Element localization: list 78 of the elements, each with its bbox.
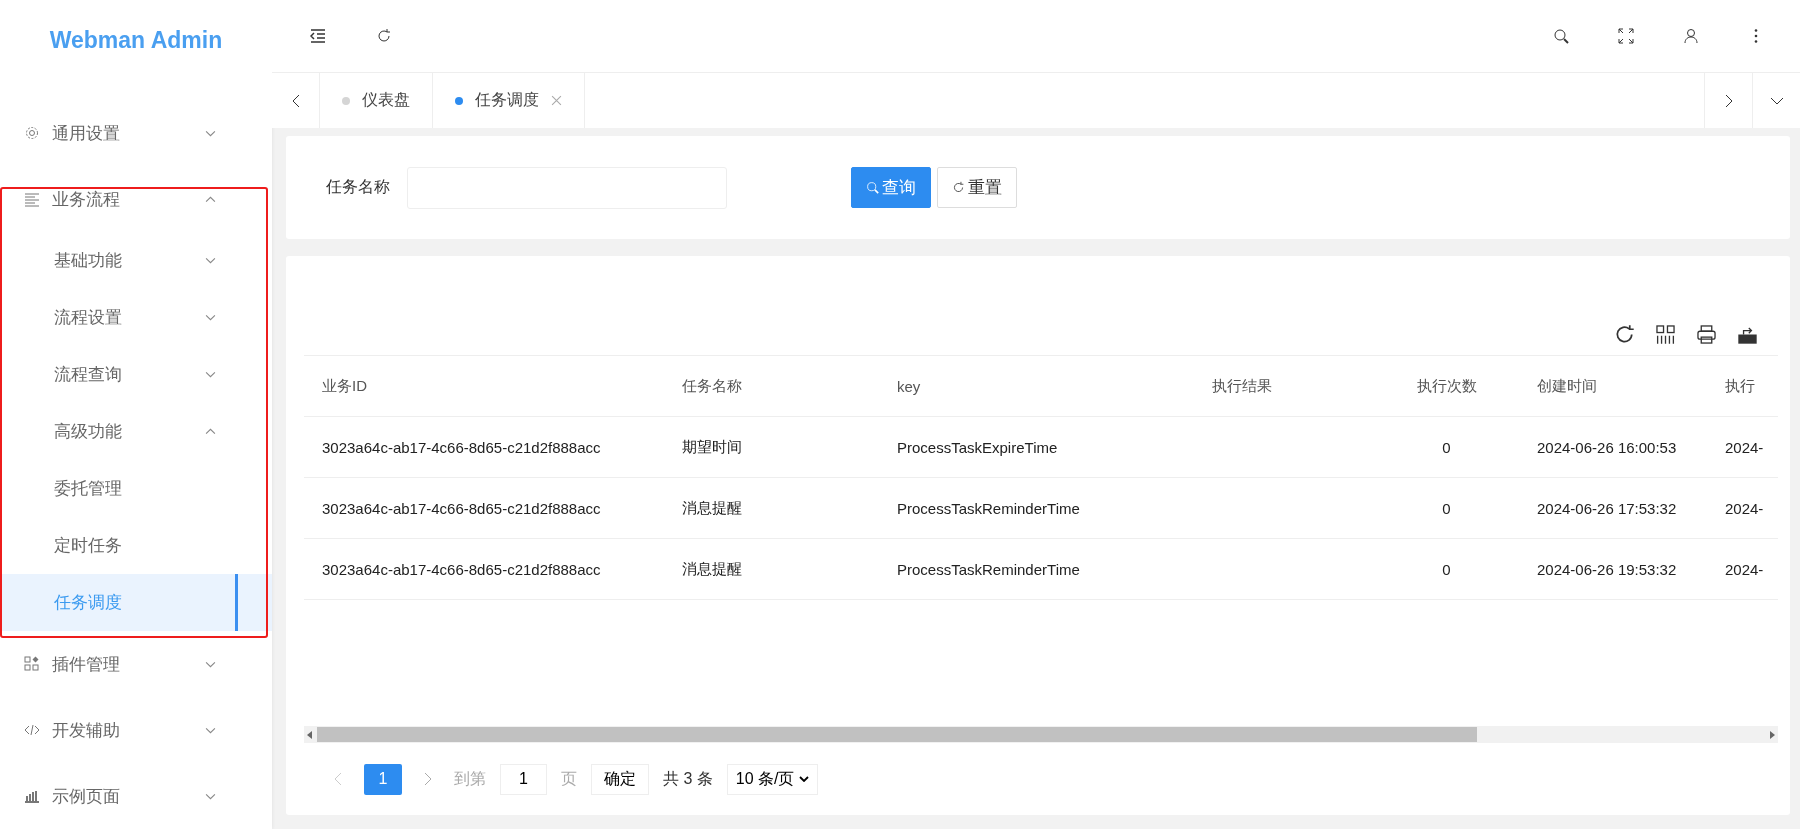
chevron-up-icon (205, 428, 216, 435)
chevron-down-icon (205, 726, 216, 734)
search-icon[interactable] (1553, 28, 1569, 44)
sidebar-item[interactable]: 高级功能 (0, 403, 272, 460)
code-icon (24, 722, 40, 738)
blocks-icon (24, 656, 40, 672)
table-cell-text: 2024- (1724, 438, 1765, 456)
sidebar-item[interactable]: 插件管理 (0, 631, 272, 697)
fullscreen-icon[interactable] (1618, 28, 1634, 44)
table-cell-text: 0 (1441, 560, 1452, 578)
column-header: 业务ID (321, 376, 368, 396)
page-unit-label: 页 (561, 768, 577, 789)
column-header: 任务名称 (681, 376, 743, 396)
sidebar-item[interactable]: 定时任务 (0, 517, 272, 574)
goto-label: 到第 (454, 768, 486, 789)
brand-logo: Webman Admin (48, 25, 224, 55)
sidebar-item[interactable]: 通用设置 (0, 100, 272, 166)
table-cell-text: 2024- (1724, 499, 1765, 517)
table-cell-text: 2024-06-26 19:53:32 (1536, 560, 1678, 578)
table-cell-text: ProcessTaskReminderTime (896, 499, 1081, 517)
columns-icon[interactable] (1655, 324, 1676, 345)
gear-icon (24, 125, 40, 141)
table-cell-text: ProcessTaskExpireTime (896, 438, 1059, 456)
column-header: 执行结果 (1211, 376, 1273, 396)
table-cell-text: ProcessTaskReminderTime (896, 560, 1081, 578)
chevron-down-icon (1769, 96, 1784, 105)
query-button[interactable]: 查询 (851, 167, 931, 208)
chevron-down-icon (205, 257, 216, 264)
search-icon (866, 181, 879, 194)
table-cell-text: 消息提醒 (681, 559, 743, 579)
sidebar-item[interactable]: 基础功能 (0, 232, 272, 289)
chevron-up-icon (205, 195, 216, 203)
table-cell-text: 0 (1441, 499, 1452, 517)
chevron-down-icon (205, 792, 216, 800)
table-cell-text: 消息提醒 (681, 498, 743, 518)
chevron-down-icon (205, 371, 216, 378)
column-header: 创建时间 (1536, 376, 1598, 396)
confirm-button[interactable]: 确定 (591, 763, 649, 795)
print-icon[interactable] (1696, 324, 1717, 345)
chevron-down-icon (205, 129, 216, 137)
field-label: 任务名称 (326, 177, 390, 197)
sidebar-item[interactable]: 开发辅助 (0, 697, 272, 763)
table-cell-text: 2024- (1724, 560, 1765, 578)
refresh-icon (952, 181, 965, 194)
table-cell-text: 3023a64c-ab17-4c66-8d65-c21d2f888acc (321, 499, 602, 517)
reset-button[interactable]: 重置 (937, 167, 1017, 208)
page-button[interactable]: 1 (364, 763, 402, 795)
total-count: 共 3 条 (663, 768, 713, 789)
sidebar-item[interactable]: 示例页面 (0, 763, 272, 829)
table-cell-text: 2024-06-26 16:00:53 (1536, 438, 1678, 456)
table-cell-text: 期望时间 (681, 437, 743, 457)
column-header: key (896, 377, 922, 395)
menu-fold-icon[interactable] (310, 28, 326, 44)
chevron-down-icon (205, 314, 216, 321)
sidebar-item[interactable]: 业务流程 (0, 166, 272, 232)
user-icon[interactable] (1683, 28, 1699, 44)
sidebar-item[interactable]: 流程设置 (0, 289, 272, 346)
refresh-icon[interactable] (376, 28, 392, 44)
chevron-down-icon (799, 776, 810, 782)
chevron-left-icon (291, 93, 300, 108)
scroll-right-icon[interactable] (1769, 730, 1775, 739)
table-cell-text: 3023a64c-ab17-4c66-8d65-c21d2f888acc (321, 560, 602, 578)
page-size-select[interactable]: 10 条/页 (726, 763, 819, 795)
scroll-left-icon[interactable] (307, 730, 313, 739)
sidebar-item[interactable]: 委托管理 (0, 460, 272, 517)
table-cell-text: 3023a64c-ab17-4c66-8d65-c21d2f888acc (321, 438, 602, 456)
sidebar-item[interactable]: 流程查询 (0, 346, 272, 403)
column-header: 执行次数 (1415, 376, 1478, 396)
chevron-right-icon (1724, 93, 1733, 108)
table-cell-text: 0 (1441, 438, 1452, 456)
list-icon (24, 191, 40, 207)
table-cell-text: 2024-06-26 17:53:32 (1536, 499, 1678, 517)
chevron-down-icon (205, 660, 216, 668)
chart-icon (24, 788, 40, 804)
horizontal-scrollbar[interactable] (304, 726, 1778, 743)
column-header: 执行 (1724, 376, 1756, 396)
page-input[interactable]: 1 (500, 763, 547, 795)
refresh-icon[interactable] (1614, 324, 1635, 345)
